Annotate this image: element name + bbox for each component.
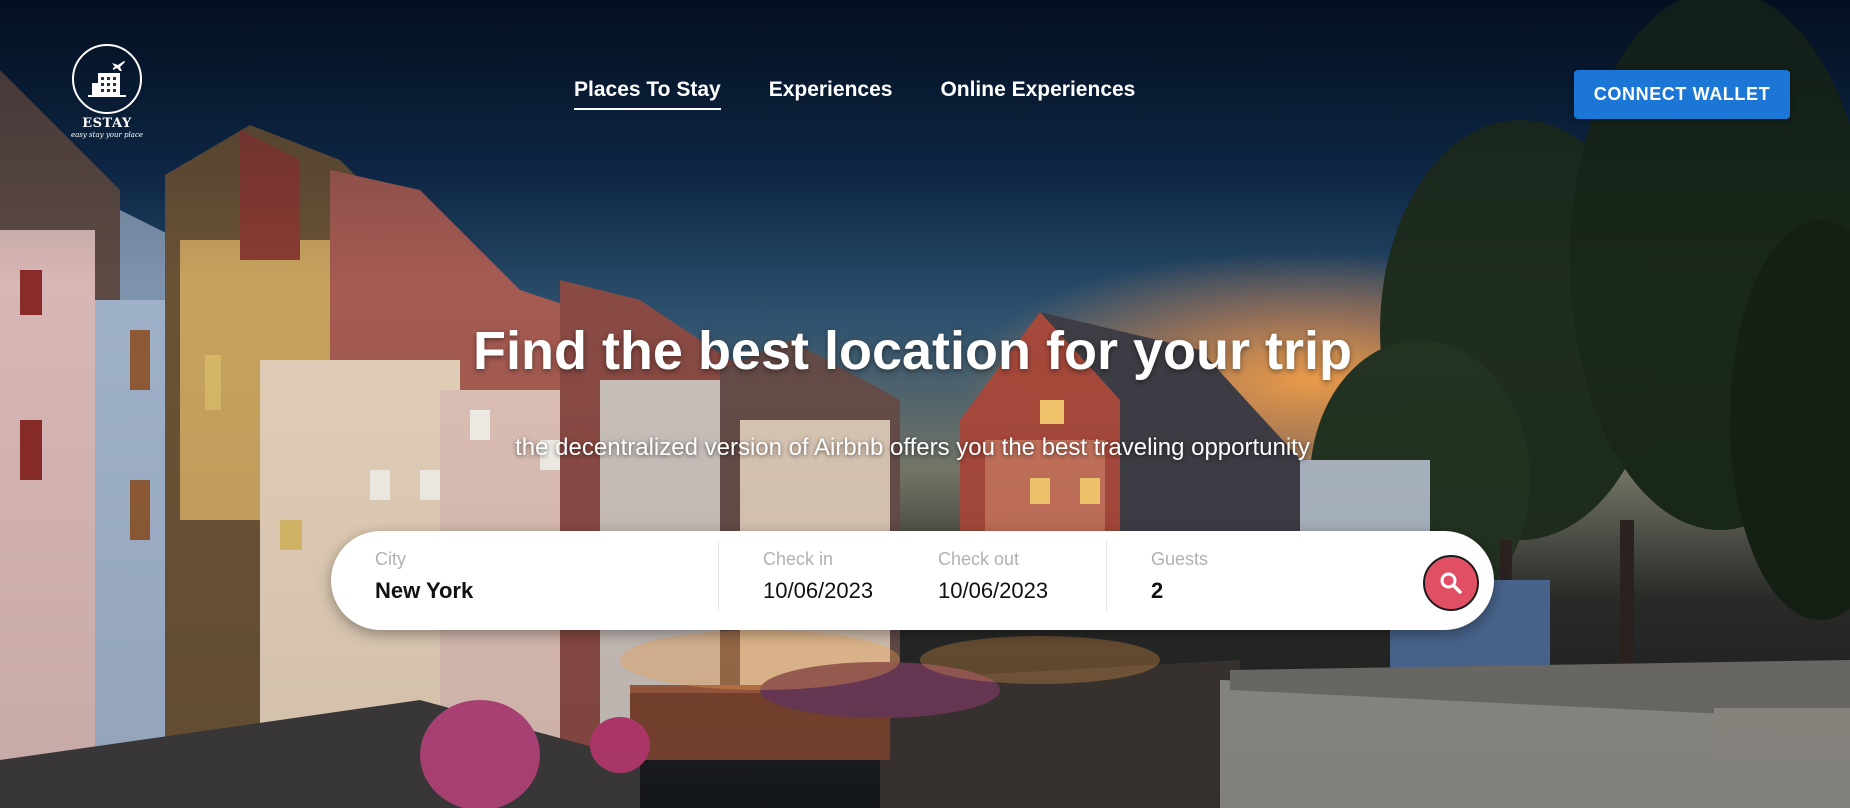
hotel-icon	[72, 44, 142, 114]
search-divider	[718, 541, 719, 611]
main-nav: Places To Stay Experiences Online Experi…	[574, 78, 1135, 110]
city-label: City	[375, 549, 406, 569]
guests-value[interactable]: 2	[1151, 578, 1208, 604]
check-in-value[interactable]: 10/06/2023	[763, 578, 873, 604]
city-value[interactable]: New York	[375, 578, 473, 604]
guests-field[interactable]: Guests 2	[1151, 549, 1208, 604]
check-in-field[interactable]: Check in 10/06/2023	[763, 549, 873, 604]
nav-item-online-experiences[interactable]: Online Experiences	[940, 78, 1135, 110]
check-out-field[interactable]: Check out 10/06/2023	[938, 549, 1048, 604]
search-bar: City New York Check in 10/06/2023 Check …	[331, 531, 1494, 630]
brand-tagline: easy stay your place	[70, 131, 144, 139]
hero-title: Find the best location for your trip	[472, 321, 1352, 381]
brand-logo[interactable]: ESTAY easy stay your place	[64, 44, 150, 139]
guests-label: Guests	[1151, 549, 1209, 569]
hero-background	[0, 0, 1850, 808]
city-field[interactable]: City New York	[375, 549, 473, 604]
check-out-value[interactable]: 10/06/2023	[938, 578, 1048, 604]
nav-item-experiences[interactable]: Experiences	[769, 78, 893, 110]
nav-item-places-to-stay[interactable]: Places To Stay	[574, 78, 721, 110]
hero-subtitle: the decentralized version of Airbnb offe…	[515, 434, 1310, 461]
search-divider	[1106, 541, 1107, 611]
check-out-label: Check out	[938, 549, 1020, 569]
hero-overlay	[0, 0, 1850, 808]
connect-wallet-button[interactable]: CONNECT WALLET	[1574, 70, 1790, 119]
brand-name: ESTAY	[82, 116, 132, 131]
search-icon	[1440, 572, 1462, 594]
check-in-label: Check in	[763, 549, 834, 569]
search-button[interactable]	[1423, 555, 1479, 611]
